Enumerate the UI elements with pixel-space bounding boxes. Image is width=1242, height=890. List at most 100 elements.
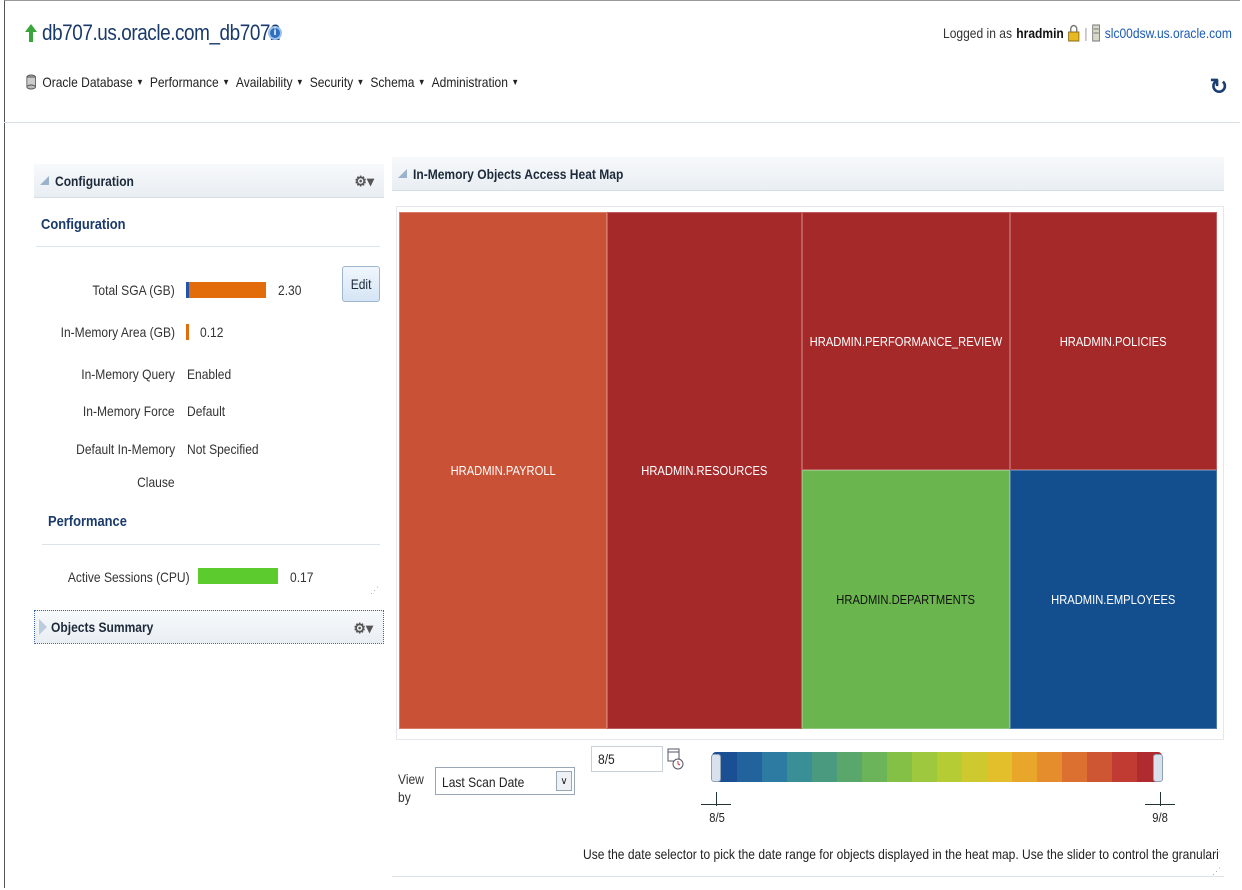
help-text-container: Use the date selector to pick the date r… (583, 840, 1228, 870)
cell-label: HRADMIN.RESOURCES (641, 463, 768, 478)
gradient-swatch (862, 752, 887, 782)
heatmap-cell-employees[interactable]: HRADMIN.EMPLOYEES (1010, 470, 1217, 729)
heatmap-cell-payroll[interactable]: HRADMIN.PAYROLL (399, 212, 607, 729)
menu-label: Schema (370, 74, 415, 90)
slider-left-handle[interactable] (711, 754, 721, 782)
cell-label: HRADMIN.PERFORMANCE_REVIEW (809, 333, 1003, 349)
menu-security[interactable]: Security ▼ (310, 74, 365, 90)
panel-title: Configuration (55, 172, 134, 189)
date-input[interactable]: 8/5 (591, 746, 663, 772)
calendar-clock-icon[interactable] (667, 748, 685, 772)
chevron-down-icon[interactable]: ∨ (556, 771, 572, 791)
up-arrow-icon[interactable] (24, 23, 38, 43)
menu-bar: Oracle Database ▼ Performance ▼ Availabili… (26, 74, 519, 90)
menu-label: Administration (431, 74, 508, 90)
gradient-swatch (1012, 752, 1037, 782)
gear-icon[interactable]: ⚙▾ (353, 620, 373, 637)
configuration-section-title: Configuration (41, 216, 126, 233)
slider-tick (701, 804, 731, 805)
lock-icon[interactable] (1068, 24, 1080, 42)
view-by-select[interactable]: Last Scan Date ∨ (435, 767, 575, 795)
gear-icon[interactable]: ⚙▾ (354, 173, 374, 190)
granularity-color-slider[interactable] (712, 752, 1162, 782)
info-icon[interactable]: i (268, 26, 282, 40)
server-icon (1092, 24, 1101, 42)
gradient-swatch (912, 752, 937, 782)
gradient-swatch (787, 752, 812, 782)
collapse-triangle-icon[interactable] (40, 176, 49, 185)
caret-down-icon: ▼ (417, 77, 426, 87)
caret-down-icon: ▼ (356, 77, 365, 87)
resize-handle-icon[interactable]: ⋰ (370, 585, 379, 596)
heatmap-cell-departments[interactable]: HRADMIN.DEPARTMENTS (802, 470, 1010, 729)
menu-oracle-database[interactable]: Oracle Database ▼ (42, 74, 143, 90)
cell-label: HRADMIN.PAYROLL (450, 463, 556, 478)
gradient-swatch (1037, 752, 1062, 782)
performance-section-title: Performance (48, 513, 127, 530)
menu-availability[interactable]: Availability ▼ (236, 74, 304, 90)
caret-down-icon: ▼ (222, 77, 230, 87)
configuration-panel-header[interactable]: Configuration ⚙▾ (34, 164, 384, 198)
inmemory-area-value: 0.12 (200, 324, 224, 340)
host-link[interactable]: slc00dsw.us.oracle.com (1105, 25, 1232, 41)
gradient-swatch (812, 752, 837, 782)
menu-label: Oracle Database (42, 74, 133, 90)
logged-in-prefix: Logged in as (943, 25, 1013, 41)
divider (36, 246, 380, 247)
slider-end-label: 9/8 (1152, 810, 1168, 825)
cell-label: HRADMIN.POLICIES (1060, 333, 1167, 349)
panel-title: In-Memory Objects Access Heat Map (413, 165, 624, 182)
menu-performance[interactable]: Performance ▼ (150, 74, 230, 90)
heatmap: HRADMIN.PAYROLL HRADMIN.RESOURCES HRADMI… (399, 212, 1217, 729)
help-text: Use the date selector to pick the date r… (583, 846, 1219, 862)
slider-start-label: 8/5 (709, 810, 725, 825)
slider-tick (1145, 804, 1175, 805)
heatmap-cell-policies[interactable]: HRADMIN.POLICIES (1010, 212, 1217, 470)
cell-label: HRADMIN.EMPLOYEES (1051, 592, 1176, 607)
inmemory-area-bar (186, 324, 189, 340)
active-sessions-value: 0.17 (290, 569, 314, 585)
inmemory-query-label: In-Memory Query (81, 366, 175, 382)
default-clause-label-line1: Default In-Memory (75, 441, 175, 457)
view-by-label: View by (398, 771, 424, 805)
divider (42, 544, 380, 545)
objects-summary-header[interactable]: Objects Summary ⚙▾ (34, 610, 384, 644)
menu-label: Performance (149, 74, 219, 90)
menu-label: Security (309, 74, 354, 90)
gradient-swatch (1087, 752, 1112, 782)
slider-right-handle[interactable] (1153, 754, 1163, 782)
panel-title: Objects Summary (51, 619, 154, 635)
heatmap-cell-resources[interactable]: HRADMIN.RESOURCES (607, 212, 802, 729)
gradient-swatch (1062, 752, 1087, 782)
heatmap-panel-header[interactable]: In-Memory Objects Access Heat Map (392, 157, 1224, 191)
caret-down-icon: ▼ (295, 77, 304, 87)
database-title[interactable]: db707.us.oracle.com_db7072 (42, 20, 281, 46)
gradient-swatch (987, 752, 1012, 782)
active-sessions-label: Active Sessions (CPU) (68, 569, 190, 585)
refresh-icon[interactable]: ↻ (1210, 74, 1228, 100)
edit-label: Edit (350, 276, 372, 292)
database-icon (26, 74, 36, 90)
inmemory-force-label: In-Memory Force (83, 403, 175, 419)
total-sga-bar (186, 282, 266, 298)
expand-triangle-icon[interactable] (39, 619, 47, 635)
date-value: 8/5 (598, 751, 615, 767)
login-info: Logged in as hradmin | slc00dsw.us.oracl… (943, 24, 1232, 42)
gradient-swatch (962, 752, 987, 782)
default-clause-label-line2: Clause (137, 474, 175, 490)
gradient-swatch (1112, 752, 1137, 782)
username: hradmin (1016, 25, 1064, 41)
inmemory-query-value: Enabled (187, 366, 232, 382)
edit-button[interactable]: Edit (342, 266, 380, 302)
default-clause-value: Not Specified (187, 441, 259, 457)
collapse-triangle-icon[interactable] (398, 169, 407, 178)
gradient-swatch (762, 752, 787, 782)
gradient-swatch (737, 752, 762, 782)
menu-schema[interactable]: Schema ▼ (370, 74, 425, 90)
divider (392, 876, 1224, 877)
sga-marker (186, 282, 189, 298)
heatmap-cell-performance-review[interactable]: HRADMIN.PERFORMANCE_REVIEW (802, 212, 1010, 470)
menu-administration[interactable]: Administration ▼ (432, 74, 519, 90)
divider (4, 122, 1240, 123)
total-sga-label: Total SGA (GB) (92, 282, 175, 298)
